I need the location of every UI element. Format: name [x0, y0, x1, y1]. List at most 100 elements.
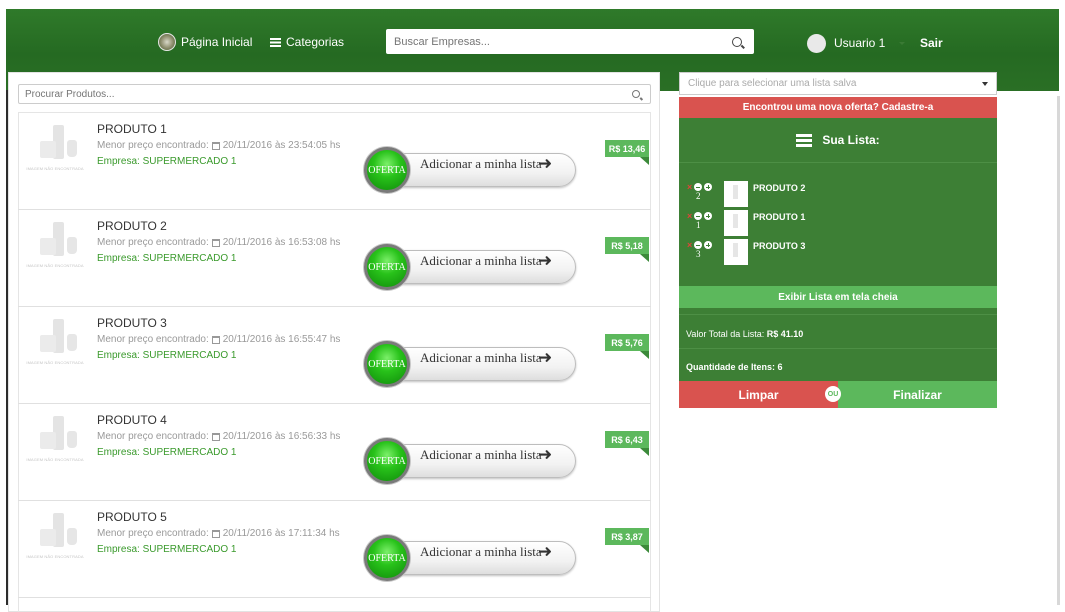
product-company[interactable]: Empresa: SUPERMERCADO 1 [97, 156, 236, 167]
product-search-input[interactable] [19, 88, 632, 100]
product-row: IMAGEM NÃO ENCONTRADA PRODUTO 3 Menor pr… [18, 307, 651, 404]
nav-home-label: Página Inicial [181, 35, 253, 49]
add-to-list-button[interactable]: Adicionar a minha lista ➜ OFERTA [364, 535, 576, 581]
company-search-input[interactable] [386, 35, 732, 48]
product-company[interactable]: Empresa: SUPERMERCADO 1 [97, 447, 236, 458]
add-to-list-label: Adicionar a minha lista [420, 544, 542, 559]
item-name: PRODUTO 2 [753, 183, 806, 193]
remove-icon[interactable]: × [687, 240, 692, 250]
list-title: Sua Lista: [822, 133, 880, 147]
no-image-caption: IMAGEM NÃO ENCONTRADA [26, 457, 84, 462]
list-item: × 1 PRODUTO 1 [687, 210, 987, 236]
product-row: IMAGEM NÃO ENCONTRADA PRODUTO 2 Menor pr… [18, 210, 651, 307]
offer-badge: OFERTA [364, 341, 410, 387]
add-to-list-button[interactable]: Adicionar a minha lista ➜ OFERTA [364, 341, 576, 387]
add-to-list-label: Adicionar a minha lista [420, 253, 542, 268]
product-image-placeholder: IMAGEM NÃO ENCONTRADA [26, 413, 84, 463]
plus-icon[interactable] [704, 241, 712, 249]
chevron-down-icon [982, 81, 988, 86]
minus-icon[interactable] [694, 212, 702, 220]
calendar-icon [211, 141, 220, 150]
arrow-right-icon: ➜ [538, 251, 553, 271]
product-image-placeholder: IMAGEM NÃO ENCONTRADA [26, 510, 84, 560]
plus-icon[interactable] [704, 183, 712, 191]
add-to-list-label: Adicionar a minha lista [420, 156, 542, 171]
product-name[interactable]: PRODUTO 4 [97, 413, 167, 427]
list-icon [796, 133, 813, 147]
product-name[interactable]: PRODUTO 3 [97, 316, 167, 330]
product-name[interactable]: PRODUTO 5 [97, 510, 167, 524]
add-to-list-button[interactable]: Adicionar a minha lista ➜ OFERTA [364, 438, 576, 484]
nav-home-link[interactable]: Página Inicial [158, 33, 252, 51]
user-menu[interactable]: Usuario 1 [807, 33, 906, 53]
price-tag: R$ 6,43 [605, 431, 649, 456]
no-image-caption: IMAGEM NÃO ENCONTRADA [26, 554, 84, 559]
fullscreen-list-button[interactable]: Exibir Lista em tela cheia [679, 286, 997, 308]
list-total: Valor Total da Lista: R$ 41.10 [686, 329, 804, 339]
divider [679, 348, 997, 349]
user-name: Usuario 1 [834, 36, 886, 50]
arrow-right-icon: ➜ [538, 348, 553, 368]
finish-button[interactable]: Finalizar [838, 381, 997, 408]
or-badge: OU [825, 386, 841, 402]
remove-icon[interactable]: × [687, 211, 692, 221]
new-offer-link[interactable]: Encontrou uma nova oferta? Cadastre-a [679, 97, 997, 118]
product-company[interactable]: Empresa: SUPERMERCADO 1 [97, 350, 236, 361]
clear-button[interactable]: Limpar [679, 381, 838, 408]
no-image-caption: IMAGEM NÃO ENCONTRADA [26, 360, 84, 365]
product-name[interactable]: PRODUTO 2 [97, 219, 167, 233]
plus-icon[interactable] [704, 212, 712, 220]
add-to-list-label: Adicionar a minha lista [420, 447, 542, 462]
calendar-icon [211, 335, 220, 344]
product-lowest-price: Menor preço encontrado: 20/11/2016 às 16… [97, 334, 341, 345]
price-tag: R$ 5,76 [605, 334, 649, 359]
list-total-value: R$ 41.10 [766, 329, 804, 339]
no-image-caption: IMAGEM NÃO ENCONTRADA [26, 263, 84, 268]
logo-icon [158, 33, 176, 51]
saved-list-select[interactable]: Clique para selecionar uma lista salva [679, 72, 997, 95]
product-image-placeholder: IMAGEM NÃO ENCONTRADA [26, 219, 84, 269]
list-item: × 3 PRODUTO 3 [687, 239, 987, 265]
product-date: 20/11/2016 às 16:55:47 hs [222, 334, 341, 345]
list-header: Sua Lista: [679, 118, 997, 163]
minus-icon[interactable] [694, 183, 702, 191]
product-company[interactable]: Empresa: SUPERMERCADO 1 [97, 253, 236, 264]
price-tag: R$ 5,18 [605, 237, 649, 262]
minus-icon[interactable] [694, 241, 702, 249]
product-company[interactable]: Empresa: SUPERMERCADO 1 [97, 544, 236, 555]
item-name: PRODUTO 3 [753, 241, 806, 251]
search-icon[interactable] [732, 36, 742, 47]
offer-badge: OFERTA [364, 244, 410, 290]
offer-badge: OFERTA [364, 535, 410, 581]
product-lowest-price: Menor preço encontrado: 20/11/2016 às 17… [97, 528, 340, 539]
avatar [807, 33, 826, 53]
divider [679, 314, 997, 315]
logout-link[interactable]: Sair [920, 36, 943, 50]
item-thumbnail [724, 181, 748, 207]
item-thumbnail [724, 210, 748, 236]
scrollbar[interactable] [1057, 96, 1060, 605]
calendar-icon [211, 529, 220, 538]
arrow-right-icon: ➜ [538, 542, 553, 562]
product-lowest-price: Menor preço encontrado: 20/11/2016 às 23… [97, 140, 341, 151]
remove-icon[interactable]: × [687, 182, 692, 192]
add-to-list-button[interactable]: Adicionar a minha lista ➜ OFERTA [364, 244, 576, 290]
add-to-list-button[interactable]: Adicionar a minha lista ➜ OFERTA [364, 147, 576, 193]
offer-badge: OFERTA [364, 438, 410, 484]
product-date: 20/11/2016 às 16:56:33 hs [222, 431, 341, 442]
price-tag: R$ 13,46 [605, 140, 649, 165]
product-name[interactable]: PRODUTO 1 [97, 122, 167, 136]
chevron-down-icon [899, 41, 906, 45]
search-icon[interactable] [632, 90, 640, 98]
product-image-placeholder: IMAGEM NÃO ENCONTRADA [26, 316, 84, 366]
product-image-placeholder: IMAGEM NÃO ENCONTRADA [26, 122, 84, 172]
offer-badge: OFERTA [364, 147, 410, 193]
list-item: × 2 PRODUTO 2 [687, 181, 987, 207]
company-search [386, 29, 754, 54]
calendar-icon [211, 432, 220, 441]
nav-categories-link[interactable]: Categorias [270, 33, 344, 51]
product-row: IMAGEM NÃO ENCONTRADA PRODUTO 1 Menor pr… [18, 113, 651, 210]
nav-categories-label: Categorias [286, 35, 345, 49]
product-date: 20/11/2016 às 16:53:08 hs [222, 237, 341, 248]
item-quantity: 3 [696, 249, 701, 259]
